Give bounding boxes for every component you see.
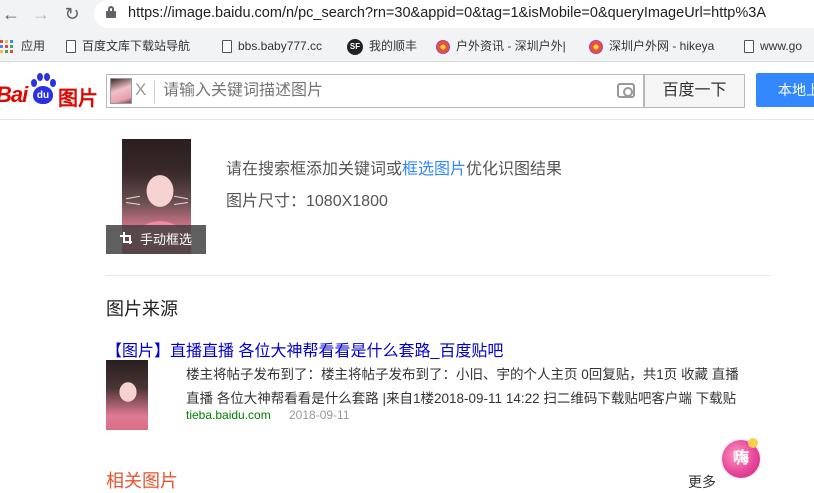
crop-image-link[interactable]: 框选图片 <box>402 161 466 178</box>
related-heading: 相关图片 <box>106 471 178 491</box>
baidu-paw-icon: du <box>30 73 56 107</box>
bookmark-label: 百度文库下载站导航 <box>82 39 191 53</box>
result-thumbnail[interactable] <box>106 360 148 430</box>
local-upload-button[interactable]: 本地上 <box>756 73 814 107</box>
bookmark-label: 我的顺丰 <box>369 39 418 53</box>
address-bar[interactable]: https://image.baidu.com/n/pc_search?rn=3… <box>94 0 814 28</box>
page-icon <box>744 40 754 54</box>
page-icon <box>66 40 76 54</box>
address-url[interactable]: https://image.baidu.com/n/pc_search?rn=3… <box>128 5 766 21</box>
search-divider <box>154 81 155 103</box>
crop-icon <box>120 232 134 246</box>
search-box[interactable]: X <box>106 74 644 108</box>
more-link[interactable]: 更多 <box>688 472 716 492</box>
flower-icon <box>589 39 603 54</box>
logo-du: du <box>36 90 50 101</box>
back-arrow-icon[interactable]: ← <box>0 3 22 25</box>
bookmark-outdoor-news[interactable]: 户外资讯 - 深圳户外| <box>436 36 566 56</box>
browser-chrome: ← → ↻ https://image.baidu.com/n/pc_searc… <box>0 0 814 62</box>
bookmark-apps[interactable]: 应用 <box>0 36 45 56</box>
search-button[interactable]: 百度一下 <box>644 74 745 108</box>
floating-badge[interactable]: 嗨 <box>722 438 760 478</box>
bookmark-www-go[interactable]: www.go <box>744 36 802 56</box>
page-icon <box>222 40 232 54</box>
remove-image-icon[interactable]: X <box>135 80 146 100</box>
search-input[interactable] <box>163 82 593 100</box>
baidu-header: Bai du 图片 X 百度一下 本地上 <box>0 62 814 120</box>
hint-prefix: 请在搜索框添加关键词或 <box>226 161 403 178</box>
result-date: 2018-09-11 <box>289 408 350 422</box>
bookmark-label: www.go <box>760 39 803 53</box>
result-title-link[interactable]: 【图片】直播直播 各位大神帮看看是什么套路_百度贴吧 <box>106 337 503 361</box>
query-image-thumbnail <box>110 78 132 104</box>
result-description-line2: 直播 各位大神帮看看是什么套路 |来自1楼2018-09-11 14:22 扫二… <box>186 391 737 406</box>
flower-icon <box>436 39 450 54</box>
bookmark-label: 应用 <box>21 39 46 53</box>
source-heading: 图片来源 <box>106 299 178 319</box>
section-divider <box>106 275 770 276</box>
bookmark-label: bbs.baby777.cc <box>238 39 323 53</box>
apps-grid-icon <box>0 40 13 54</box>
logo-tupian: 图片 <box>58 88 98 110</box>
bookmark-sf-express[interactable]: SF 我的顺丰 <box>347 36 417 56</box>
logo-bai: Bai <box>0 82 28 107</box>
camera-icon[interactable] <box>617 83 635 98</box>
manual-crop-button[interactable]: 手动框选 <box>106 225 206 254</box>
crop-label: 手动框选 <box>140 232 193 247</box>
result-site[interactable]: tieba.baidu.com <box>186 408 271 422</box>
forward-arrow-icon[interactable]: → <box>30 3 52 25</box>
bookmark-bbs-baby777[interactable]: bbs.baby777.cc <box>222 36 322 56</box>
lock-icon <box>106 6 116 18</box>
bookmark-baidu-wenku[interactable]: 百度文库下载站导航 <box>66 36 190 56</box>
hint-suffix: 优化识图结果 <box>466 161 563 178</box>
sf-express-icon: SF <box>347 38 363 55</box>
result-description-line1: 楼主将帖子发布到了：楼主将帖子发布到了：小旧、宇的个人主页 0回复贴，共1页 收… <box>186 367 739 382</box>
image-size: 图片尺寸：1080X1800 <box>226 193 388 210</box>
bookmark-label: 户外资讯 - 深圳户外| <box>456 39 566 53</box>
refine-hint: 请在搜索框添加关键词或框选图片优化识图结果 <box>226 155 562 179</box>
reload-icon[interactable]: ↻ <box>61 3 83 25</box>
bookmark-label: 深圳户外网 - hikeya <box>609 39 715 53</box>
bookmark-hikeya[interactable]: 深圳户外网 - hikeya <box>589 36 714 56</box>
